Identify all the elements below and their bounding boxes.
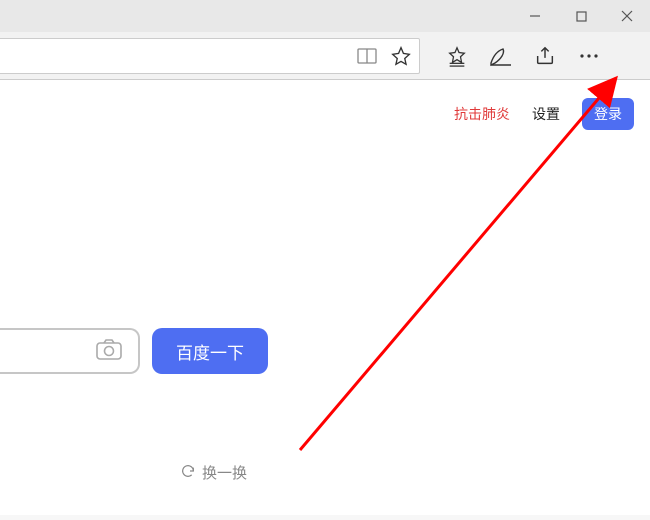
web-notes-icon[interactable] — [482, 37, 520, 75]
window-controls — [0, 0, 650, 32]
login-button[interactable]: 登录 — [582, 98, 634, 130]
share-icon[interactable] — [526, 37, 564, 75]
maximize-button[interactable] — [558, 0, 604, 32]
covid-link[interactable]: 抗击肺炎 — [454, 104, 510, 124]
favorite-star-icon[interactable] — [391, 46, 411, 66]
refresh-icon — [180, 463, 196, 483]
search-input[interactable] — [0, 328, 140, 374]
refresh-label: 换一换 — [202, 462, 247, 483]
refresh-link[interactable]: 换一换 — [180, 462, 247, 483]
search-button[interactable]: 百度一下 — [152, 328, 268, 374]
page-content: 抗击肺炎 设置 登录 百度一下 换一换 — [0, 80, 650, 515]
address-bar[interactable] — [0, 38, 420, 74]
reading-view-icon[interactable] — [357, 46, 377, 66]
camera-icon[interactable] — [96, 338, 122, 365]
top-links: 抗击肺炎 设置 登录 — [454, 98, 634, 130]
minimize-button[interactable] — [512, 0, 558, 32]
settings-link[interactable]: 设置 — [532, 104, 560, 124]
search-area: 百度一下 — [0, 328, 268, 374]
toolbar-icons — [438, 37, 608, 75]
favorites-list-icon[interactable] — [438, 37, 476, 75]
close-button[interactable] — [604, 0, 650, 32]
more-menu-icon[interactable] — [570, 37, 608, 75]
browser-toolbar — [0, 32, 650, 80]
